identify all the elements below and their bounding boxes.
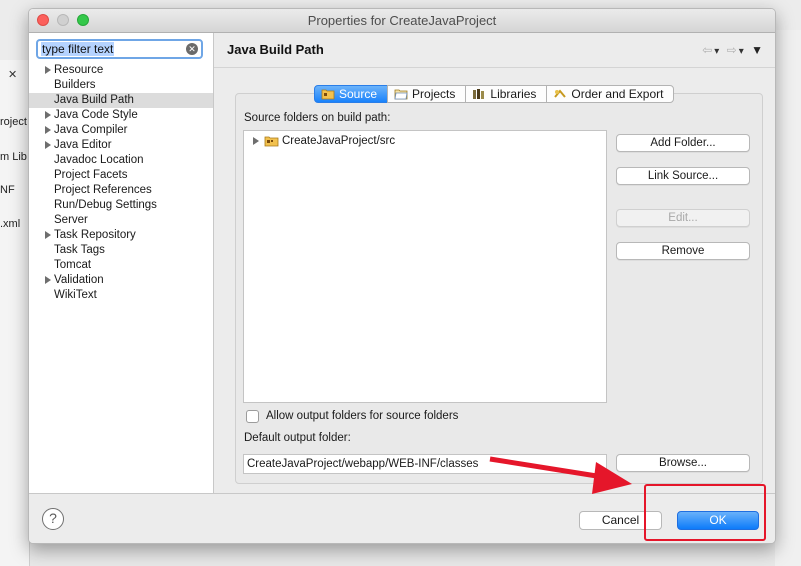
background-right-panel (775, 30, 801, 566)
library-icon (473, 89, 485, 99)
tab-libraries[interactable]: Libraries (465, 85, 548, 103)
tree-item[interactable]: Tomcat (29, 258, 213, 273)
expand-arrow-icon[interactable] (45, 141, 51, 149)
tree-item[interactable]: Project Facets (29, 168, 213, 183)
source-folders-list[interactable]: CreateJavaProject/src (243, 130, 607, 403)
tree-item[interactable]: Task Tags (29, 243, 213, 258)
folder-icon (394, 89, 408, 100)
tree-item[interactable]: Project References (29, 183, 213, 198)
source-folder-icon (264, 136, 279, 147)
edit-button[interactable]: Edit... (616, 209, 750, 227)
tab-projects[interactable]: Projects (387, 85, 467, 103)
tree-item-label: Java Code Style (54, 109, 138, 121)
tree-item[interactable]: Java Code Style (29, 108, 213, 123)
tree-item[interactable]: Resource (29, 63, 213, 78)
tree-item[interactable]: Run/Debug Settings (29, 198, 213, 213)
forward-history-icon[interactable]: ▾ (739, 46, 746, 57)
properties-dialog: Properties for CreateJavaProject type fi… (28, 8, 776, 544)
background-text: .xml (0, 218, 21, 230)
tab-order-and-export-label: Order and Export (571, 87, 664, 101)
tree-item[interactable]: WikiText (29, 288, 213, 303)
annotation-highlight-box (644, 484, 766, 541)
tab-libraries-label: Libraries (490, 87, 537, 101)
background-text: NF (0, 184, 15, 196)
help-icon[interactable]: ? (42, 508, 64, 530)
title-bar: Properties for CreateJavaProject (29, 9, 775, 33)
window-title: Properties for CreateJavaProject (307, 13, 497, 28)
properties-tree: Resource Builders Java Build Path Java Code… (29, 63, 213, 303)
source-folder-label: CreateJavaProject/src (282, 135, 396, 147)
tree-item[interactable]: Java Build Path (29, 93, 213, 108)
view-menu-icon[interactable]: ▼ (751, 43, 765, 57)
add-folder-button[interactable]: Add Folder... (616, 134, 750, 152)
tree-item-label: Builders (54, 79, 96, 91)
tab-order-and-export[interactable]: Order and Export (546, 85, 675, 103)
source-folder-icon (321, 89, 335, 100)
tree-item-label: Task Tags (54, 244, 105, 256)
tree-item-label: WikiText (54, 289, 97, 301)
tree-item[interactable]: Server (29, 213, 213, 228)
link-source-button[interactable]: Link Source... (616, 167, 750, 185)
source-folders-label: Source folders on build path: (244, 112, 391, 124)
build-path-tabs: Source Projects Libraries Order and Expo… (314, 85, 675, 103)
allow-output-folders-label: Allow output folders for source folders (266, 410, 459, 422)
tree-item-label: Java Build Path (54, 94, 134, 106)
tree-item[interactable]: Java Editor (29, 138, 213, 153)
expand-arrow-icon[interactable] (45, 231, 51, 239)
background-text: m Lib (0, 151, 27, 163)
tree-item-label: Project References (54, 184, 152, 196)
tree-item-label: Javadoc Location (54, 154, 144, 166)
back-history-icon[interactable]: ▾ (714, 46, 721, 57)
page-navigation: ⇦▾ ⇨▾ ▼ (702, 43, 765, 57)
background-project-explorer: ✕ roject m Lib NF .xml (0, 60, 30, 566)
filter-input-text[interactable]: type filter text (41, 42, 115, 56)
tree-item-label: Project Facets (54, 169, 128, 181)
expand-arrow-icon[interactable] (45, 126, 51, 134)
tree-item-label: Tomcat (54, 259, 92, 271)
tree-item-label: Java Editor (54, 139, 112, 151)
title-separator (214, 67, 775, 68)
expand-arrow-icon[interactable] (45, 276, 51, 284)
default-output-folder-field[interactable]: CreateJavaProject/webapp/WEB-INF/classes (243, 454, 607, 474)
expand-arrow-icon[interactable] (253, 137, 259, 145)
order-export-icon (554, 89, 567, 98)
properties-tree-panel: type filter text ✕ Resource Builders Java … (29, 33, 214, 493)
tree-item[interactable]: Task Repository (29, 228, 213, 243)
back-arrow-icon[interactable]: ⇦ (702, 43, 714, 57)
tab-source[interactable]: Source (314, 85, 389, 103)
forward-arrow-icon[interactable]: ⇨ (727, 43, 739, 57)
tree-item[interactable]: Javadoc Location (29, 153, 213, 168)
tree-item[interactable]: Validation (29, 273, 213, 288)
tree-item-label: Run/Debug Settings (54, 199, 157, 211)
default-output-folder-label: Default output folder: (244, 432, 351, 444)
clear-filter-icon[interactable]: ✕ (186, 43, 198, 55)
page-content: Java Build Path ⇦▾ ⇨▾ ▼ Source Projects … (214, 33, 775, 493)
tree-item-label: Server (54, 214, 88, 226)
source-folder-item[interactable]: CreateJavaProject/src (252, 134, 395, 148)
browse-button[interactable]: Browse... (616, 454, 750, 472)
allow-output-folders-checkbox[interactable] (246, 410, 259, 423)
tree-item-label: Java Compiler (54, 124, 128, 136)
tree-item[interactable]: Java Compiler (29, 123, 213, 138)
page-title: Java Build Path (227, 42, 324, 57)
background-close-icon: ✕ (8, 69, 18, 81)
tree-item-label: Resource (54, 64, 104, 76)
tab-source-label: Source (339, 87, 378, 101)
tree-item-label: Task Repository (54, 229, 136, 241)
background-text: roject (0, 116, 27, 128)
expand-arrow-icon[interactable] (45, 66, 51, 74)
expand-arrow-icon[interactable] (45, 111, 51, 119)
tree-item-label: Validation (54, 274, 104, 286)
filter-input[interactable]: type filter text ✕ (36, 39, 203, 59)
tree-item[interactable]: Builders (29, 78, 213, 93)
tab-projects-label: Projects (412, 87, 456, 101)
remove-button[interactable]: Remove (616, 242, 750, 260)
